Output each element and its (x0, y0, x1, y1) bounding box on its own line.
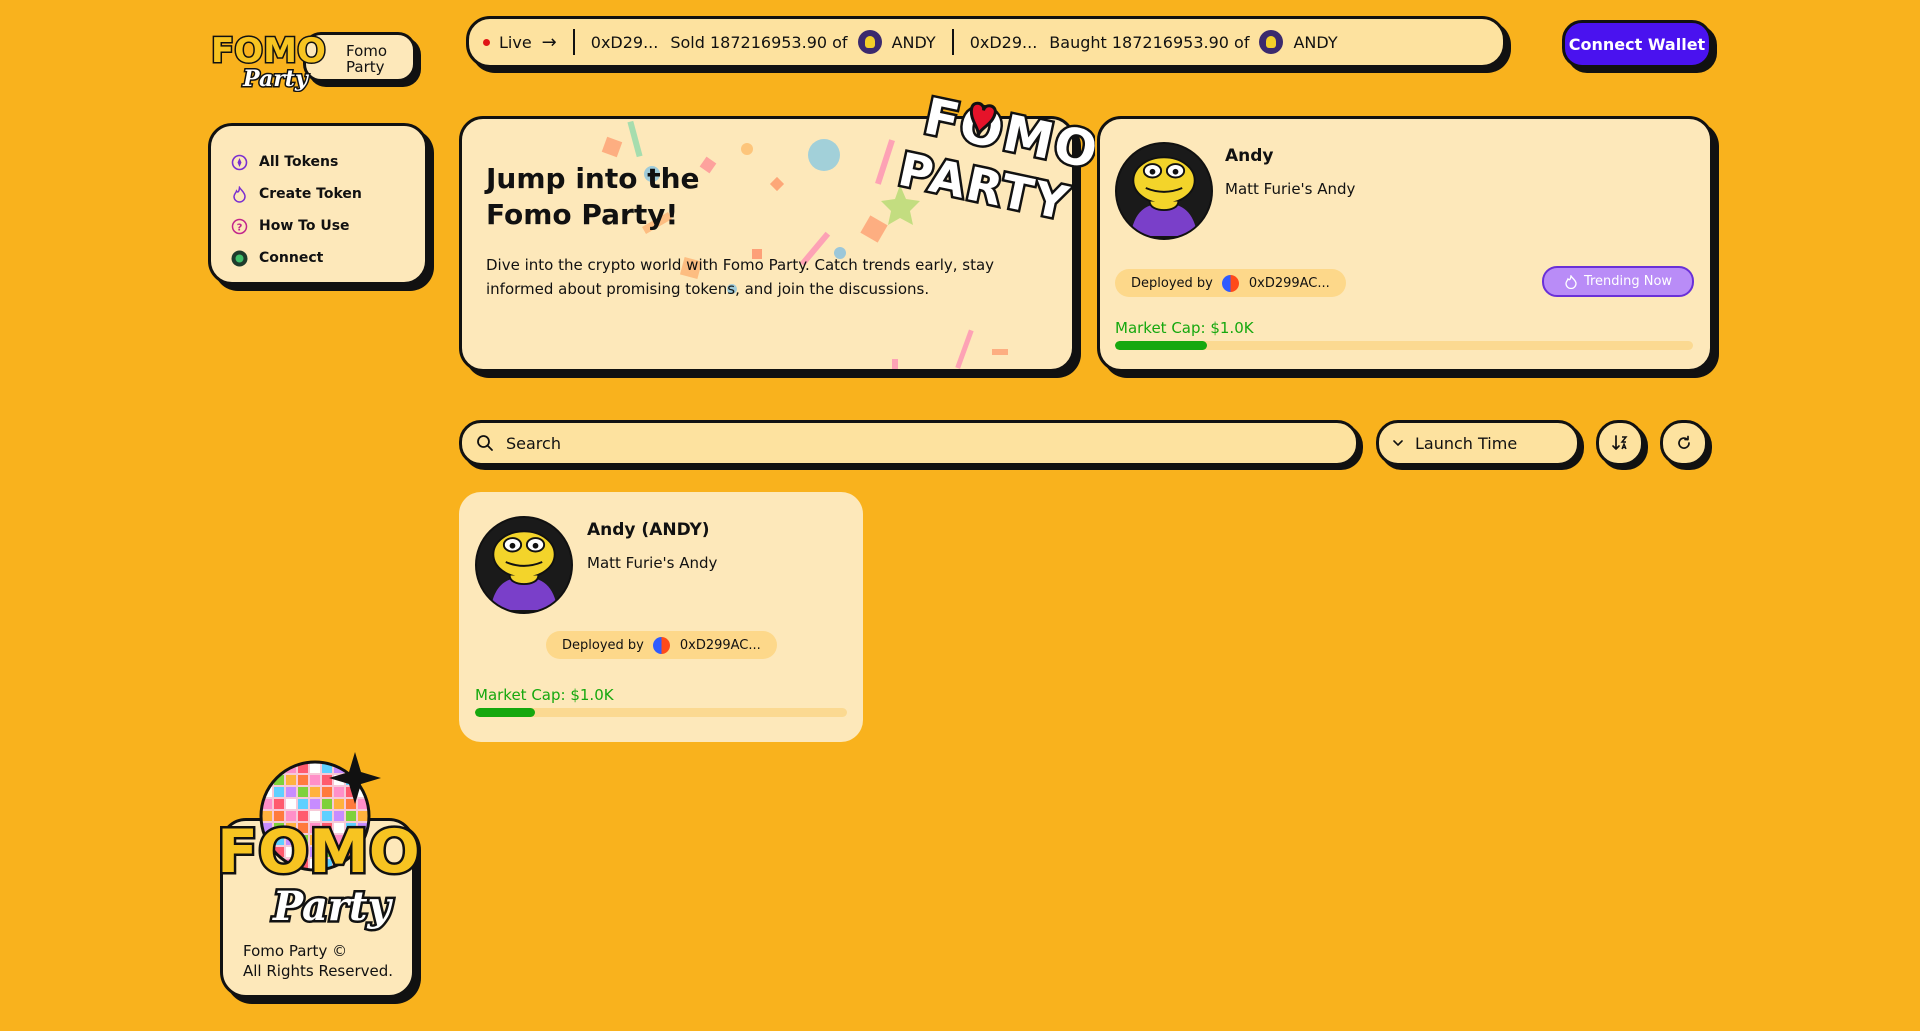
featured-token-card[interactable]: Andy Matt Furie's Andy Deployed by 0xD29… (1097, 116, 1713, 372)
refresh-icon (1678, 435, 1690, 449)
disco-tile (310, 763, 320, 773)
sort-descending-icon (1612, 435, 1628, 450)
disco-tile (286, 787, 296, 797)
deployer-address: 0xD299AC... (679, 637, 761, 653)
coin-icon (231, 154, 248, 171)
sidebar-item-label: Create Token (259, 186, 362, 202)
disco-tile (286, 799, 296, 809)
search-input[interactable]: Search (506, 434, 561, 453)
token-avatar (475, 516, 573, 614)
fomo-logo-icon: FOMO Party (210, 30, 328, 93)
rights-line: All Rights Reserved. (243, 962, 394, 980)
sidebar-item-label: All Tokens (259, 154, 339, 170)
disco-tile (310, 775, 320, 785)
sort-select[interactable]: Launch Time (1376, 420, 1580, 466)
market-cap-label: Market Cap: $1.0K (475, 686, 614, 704)
ticker-event-address[interactable]: 0xD29... (970, 33, 1038, 52)
ticker-event-address[interactable]: 0xD29... (591, 33, 659, 52)
footer-logo-sub: Party (272, 883, 393, 930)
ticker-event-token[interactable]: ANDY (1293, 33, 1337, 52)
sidebar-item-all-tokens[interactable]: All Tokens (231, 146, 425, 178)
disco-tile (334, 799, 344, 809)
ticker-divider (951, 29, 954, 55)
trending-label: Trending Now (1583, 274, 1673, 289)
sidebar-item-create-token[interactable]: Create Token (231, 178, 425, 210)
hero-description: Dive into the crypto world with Fomo Par… (486, 256, 995, 298)
andy-avatar-icon (1117, 144, 1211, 236)
deployed-by-label: Deployed by (562, 637, 644, 653)
market-cap-progress (1115, 341, 1693, 350)
trending-now-badge[interactable]: Trending Now (1542, 266, 1694, 297)
chevron-down-icon (1393, 440, 1403, 447)
disco-ball-logo-icon: FOMO Party (215, 752, 422, 933)
hero-title: Jump into the Fomo Party! (486, 162, 700, 231)
refresh-button[interactable] (1660, 420, 1708, 466)
ticker-divider (572, 29, 575, 55)
flame-icon (1565, 274, 1577, 289)
arrow-right-icon: → (541, 31, 557, 53)
disco-tile (298, 787, 308, 797)
ticker-event-action: Sold 187216953.90 of (670, 32, 848, 52)
andy-avatar-icon (477, 518, 571, 610)
deployer-address: 0xD299AC... (1248, 275, 1330, 291)
sidebar-nav: All Tokens Create Token ? How To Use Con… (208, 123, 428, 285)
market-cap-progress-fill (475, 708, 535, 717)
disco-tile (322, 799, 332, 809)
token-avatar (1115, 142, 1213, 240)
ticker-event-action: Baught 187216953.90 of (1049, 32, 1250, 52)
disco-tile (298, 799, 308, 809)
token-description: Matt Furie's Andy (587, 554, 718, 572)
search-icon (477, 435, 493, 451)
disco-tile (286, 775, 296, 785)
search-field[interactable]: Search (459, 420, 1359, 466)
wallet-icon (231, 250, 248, 267)
token-name: Andy (1225, 146, 1274, 166)
disco-tile (274, 799, 284, 809)
sidebar-item-connect[interactable]: Connect (231, 242, 425, 274)
disco-tile (298, 775, 308, 785)
market-cap-label: Market Cap: $1.0K (1115, 319, 1254, 337)
disco-tile (274, 787, 284, 797)
token-name: Andy (ANDY) (587, 520, 710, 540)
footer-logo-word: FOMO (217, 817, 420, 887)
live-indicator-icon (483, 38, 490, 46)
help-icon: ? (231, 218, 248, 235)
flame-icon (231, 185, 248, 203)
svg-text:?: ? (237, 222, 243, 233)
fomo-party-sticker-icon: FOMO PARTY (895, 92, 1095, 232)
disco-tile (334, 787, 344, 797)
live-trades-ticker: Live → 0xD29... Sold 187216953.90 of AND… (466, 16, 1506, 68)
deployed-by-badge[interactable]: Deployed by 0xD299AC... (546, 631, 777, 659)
live-label: Live (499, 32, 532, 52)
disco-tile (322, 787, 332, 797)
sort-order-button[interactable] (1596, 420, 1644, 466)
brand-logo[interactable]: Fomo Party FOMO Party (207, 20, 419, 92)
logo-sub-text: Party (242, 66, 310, 92)
sidebar-item-label: Connect (259, 250, 324, 266)
andy-token-icon (1259, 30, 1284, 54)
disco-tile (310, 787, 320, 797)
sidebar-item-how-to-use[interactable]: ? How To Use (231, 210, 425, 242)
sort-value: Launch Time (1415, 433, 1518, 453)
token-description: Matt Furie's Andy (1225, 180, 1356, 198)
deployed-by-badge[interactable]: Deployed by 0xD299AC... (1115, 269, 1346, 297)
market-cap-progress (475, 708, 847, 717)
market-cap-progress-fill (1115, 341, 1208, 350)
disco-tile (310, 799, 320, 809)
deployed-by-label: Deployed by (1131, 275, 1213, 291)
deployer-avatar-icon (652, 636, 670, 654)
disco-tile (262, 763, 272, 773)
logo-word-text: FOMO (211, 31, 326, 71)
sidebar-item-label: How To Use (259, 218, 350, 234)
andy-token-icon (857, 30, 882, 54)
disco-tile (322, 775, 332, 785)
deployer-avatar-icon (1221, 274, 1239, 292)
copyright-line: Fomo Party © (243, 942, 348, 960)
token-card[interactable]: Andy (ANDY) Matt Furie's Andy Deployed b… (459, 492, 863, 742)
connect-wallet-button[interactable]: Connect Wallet (1562, 20, 1712, 68)
ticker-event-token[interactable]: ANDY (892, 33, 936, 52)
